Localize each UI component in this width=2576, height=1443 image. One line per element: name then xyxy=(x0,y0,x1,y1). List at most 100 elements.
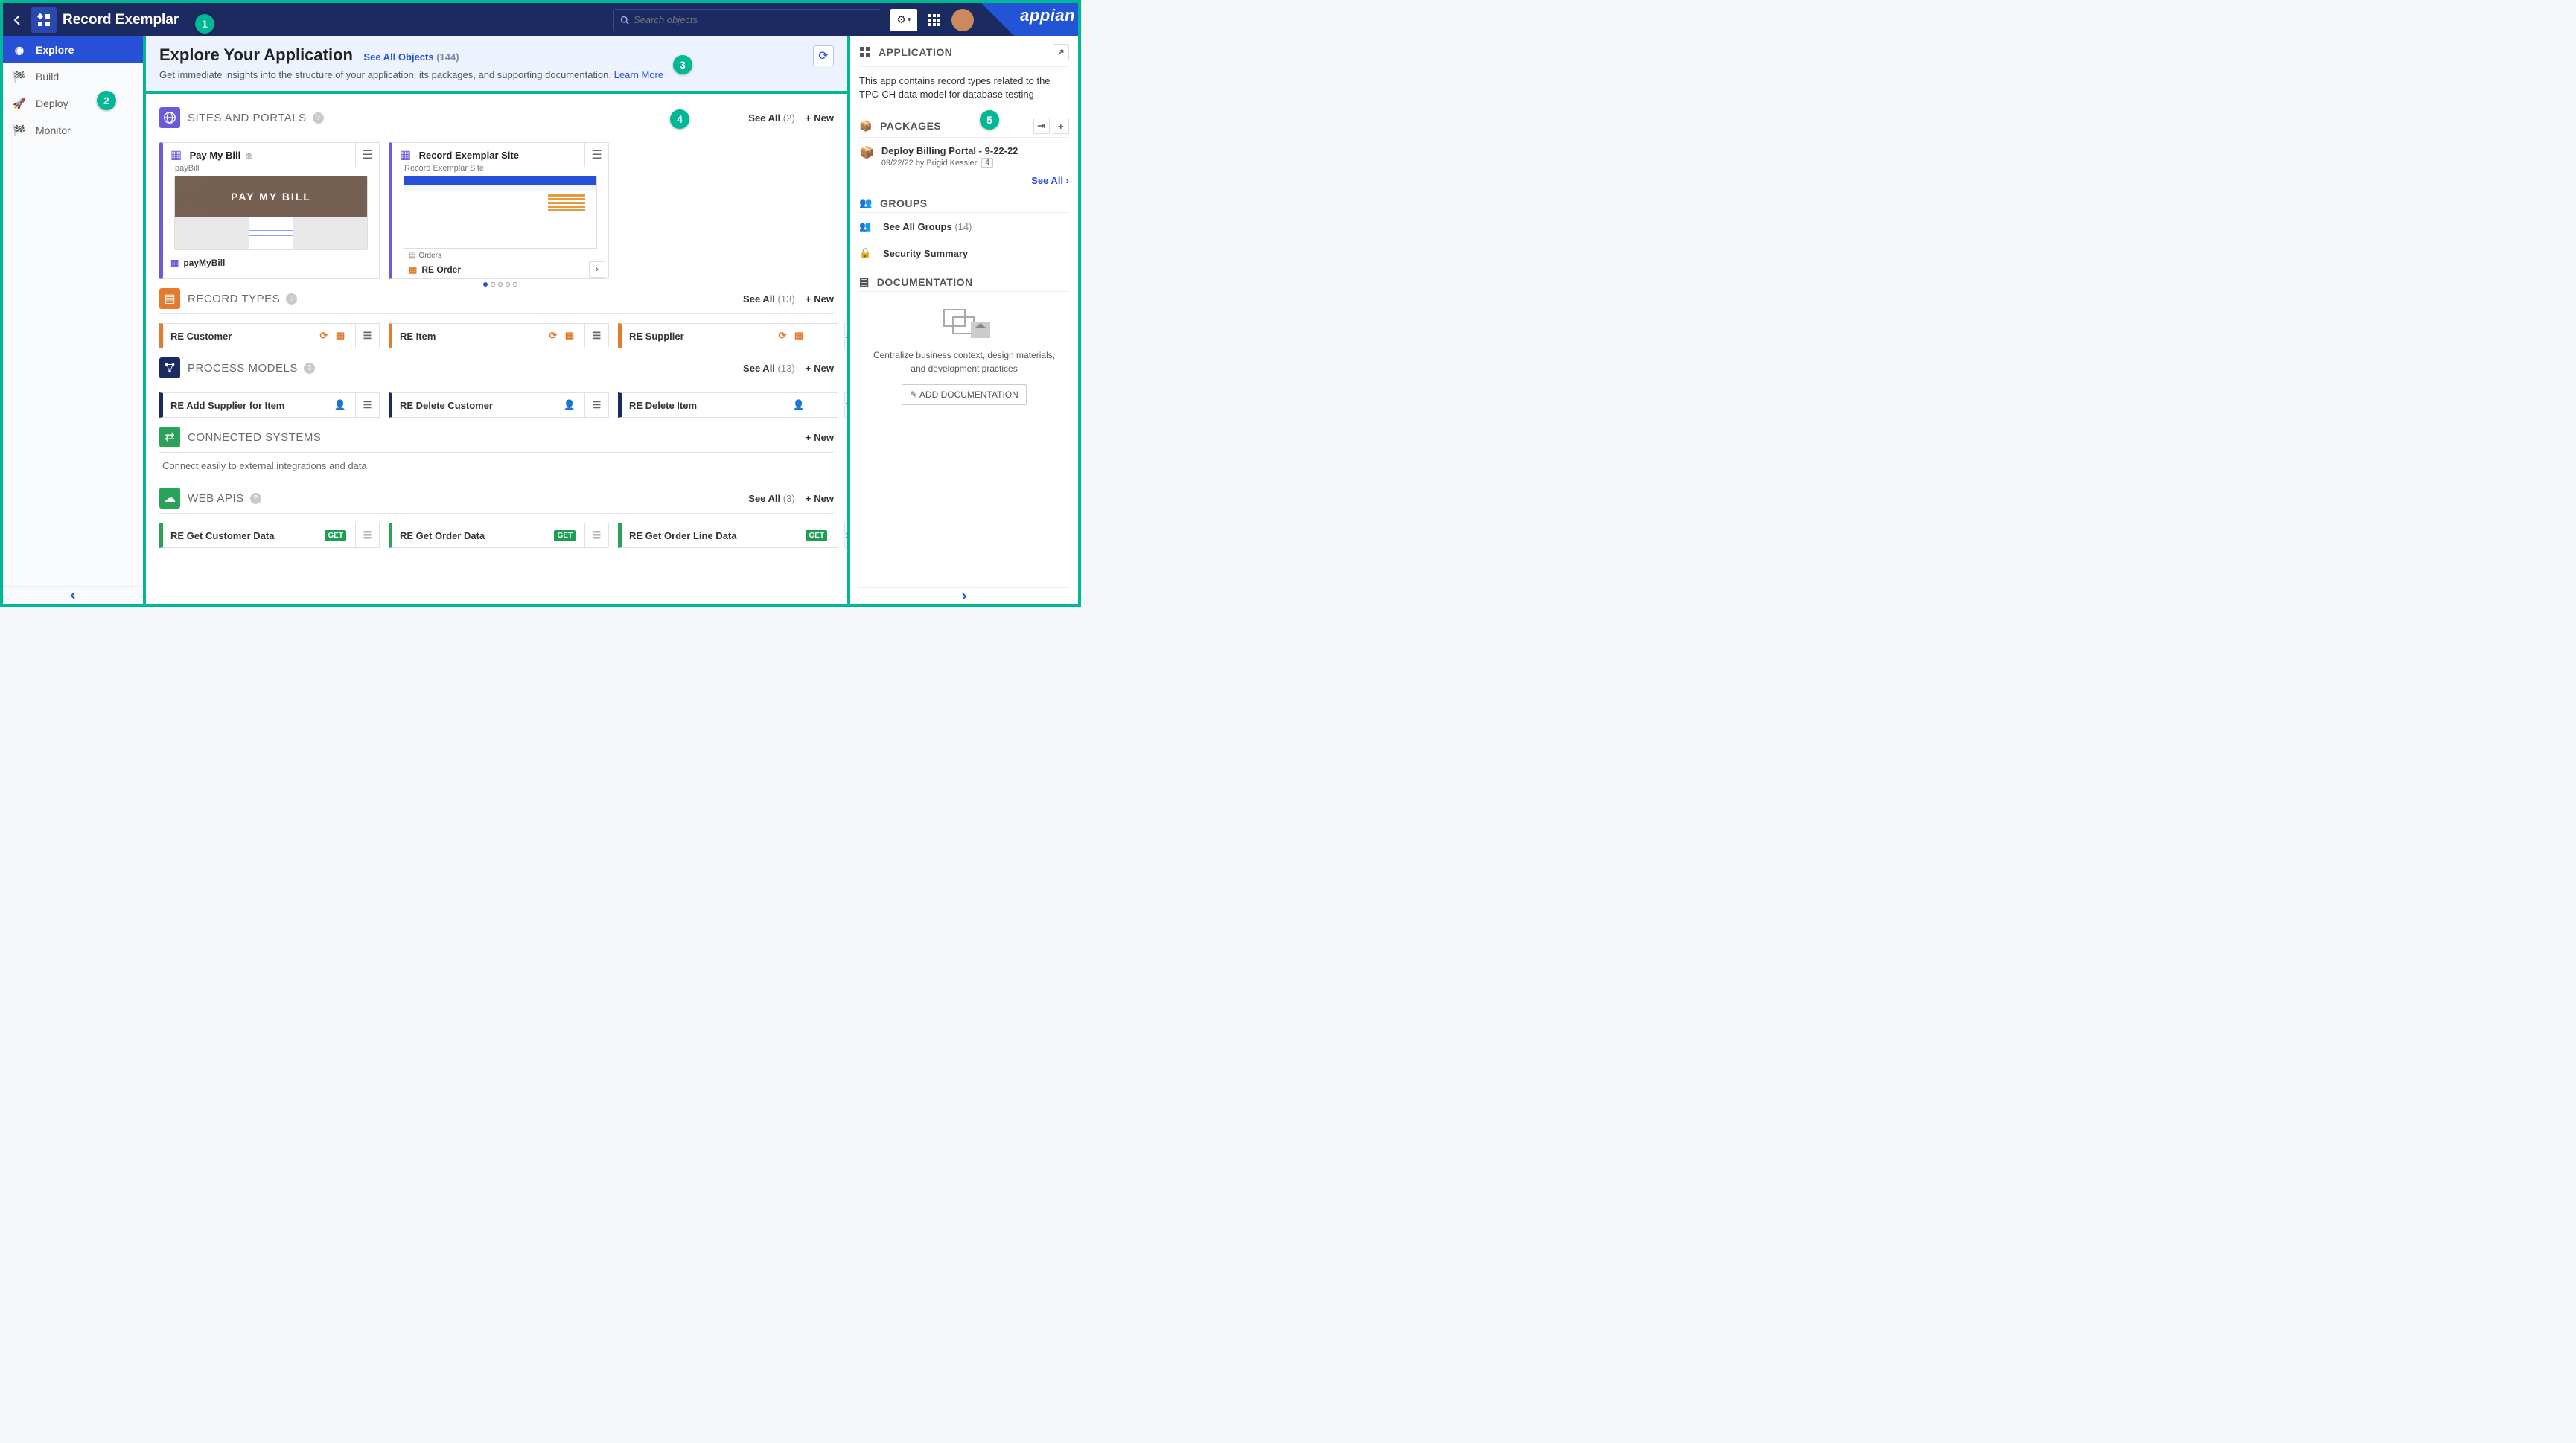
learn-more-link[interactable]: Learn More xyxy=(614,69,663,80)
right-panel: APPLICATION ↗ This app contains record t… xyxy=(847,36,1078,604)
see-all-sites[interactable]: See All (2) xyxy=(748,112,794,124)
see-all-packages-link[interactable]: See All › xyxy=(859,175,1069,194)
scroll-right-button[interactable]: › xyxy=(844,323,847,348)
gauge-icon: 🏁 xyxy=(13,71,25,83)
new-record-type-button[interactable]: +New xyxy=(806,293,834,305)
globe-icon xyxy=(159,107,180,128)
card-menu-icon[interactable]: ☰ xyxy=(355,324,379,348)
new-site-button[interactable]: +New xyxy=(806,112,834,124)
see-all-objects-link[interactable]: See All Objects (144) xyxy=(363,51,459,63)
new-web-api-button[interactable]: +New xyxy=(806,493,834,504)
chevron-right-icon[interactable]: › xyxy=(589,261,605,278)
help-icon[interactable]: ? xyxy=(313,112,324,124)
card-menu-icon[interactable]: ☰ xyxy=(584,523,608,547)
record-type-item[interactable]: RE Supplier ⟳▦ xyxy=(618,323,838,348)
page-subtitle: Get immediate insights into the structur… xyxy=(159,69,663,80)
process-model-item[interactable]: RE Add Supplier for Item 👤 ☰ xyxy=(159,392,380,418)
main-content: Explore Your Application See All Objects… xyxy=(146,36,847,604)
rocket-icon: 🚀 xyxy=(13,98,25,110)
carousel-dots[interactable] xyxy=(392,279,608,290)
web-api-item[interactable]: RE Get Customer Data GET ☰ xyxy=(159,523,380,548)
search-input[interactable] xyxy=(634,14,875,25)
document-icon: ▤ xyxy=(859,275,870,288)
security-summary-link[interactable]: 🔒 Security Summary xyxy=(859,240,1069,267)
sync-icon: ⟳ xyxy=(547,330,559,342)
documentation-text: Centralize business context, design mate… xyxy=(859,348,1069,375)
card-subtitle: Record Exemplar Site xyxy=(404,164,581,173)
card-menu-icon[interactable]: ☰ xyxy=(355,523,379,547)
gear-icon: ⚙ xyxy=(896,13,906,26)
help-icon[interactable]: ? xyxy=(286,293,297,305)
sidebar-item-explore[interactable]: ◉ Explore xyxy=(3,36,143,63)
sidebar-item-label: Deploy xyxy=(36,98,68,109)
card-menu-icon[interactable]: ☰ xyxy=(584,324,608,348)
package-icon: 📦 xyxy=(859,120,873,133)
new-process-model-button[interactable]: +New xyxy=(806,363,834,374)
package-item[interactable]: 📦 Deploy Billing Portal - 9-22-22 09/22/… xyxy=(859,138,1069,175)
app-switcher[interactable] xyxy=(923,9,946,31)
card-menu-icon[interactable]: ☰ xyxy=(584,143,608,167)
callout-4: 4 xyxy=(670,109,689,129)
documentation-heading: ▤ DOCUMENTATION xyxy=(859,273,1069,292)
groups-icon: 👥 xyxy=(859,197,873,209)
section-title: WEB APIS xyxy=(188,492,244,505)
card-title: Pay My Bill xyxy=(190,150,241,161)
card-menu-icon[interactable]: ☰ xyxy=(355,393,379,417)
item-name: RE Get Customer Data xyxy=(170,530,274,541)
see-all-web-apis[interactable]: See All (3) xyxy=(748,493,794,504)
sidebar-item-build[interactable]: 🏁 Build xyxy=(3,63,143,90)
import-package-button[interactable]: ⇥ xyxy=(1033,118,1050,134)
users-icon: 👥 xyxy=(859,220,874,232)
record-type-icon: ▤ xyxy=(159,288,180,309)
topbar: Record Exemplar ⚙▾ appian xyxy=(3,3,1078,36)
card-menu-icon[interactable]: ☰ xyxy=(584,393,608,417)
card-menu-icon[interactable]: ☰ xyxy=(355,143,379,167)
scroll-right-button[interactable]: › xyxy=(844,392,847,418)
portal-icon: ▦ xyxy=(170,149,182,162)
site-preview xyxy=(404,176,597,249)
help-icon[interactable]: ? xyxy=(304,363,315,374)
see-all-record-types[interactable]: See All (13) xyxy=(743,293,795,305)
sidebar-item-deploy[interactable]: 🚀 Deploy xyxy=(3,90,143,117)
new-connected-system-button[interactable]: +New xyxy=(806,432,834,443)
add-documentation-button[interactable]: ✎ ADD DOCUMENTATION xyxy=(902,384,1027,405)
search-objects[interactable] xyxy=(613,9,881,31)
refresh-button[interactable]: ⟳ xyxy=(813,45,834,66)
app-icon[interactable] xyxy=(31,7,57,33)
site-page-row[interactable]: ▦ payMyBill xyxy=(163,253,379,273)
avatar[interactable] xyxy=(951,9,974,31)
help-icon[interactable]: ? xyxy=(250,493,261,504)
scroll-right-button[interactable]: › xyxy=(844,523,847,548)
web-api-item[interactable]: RE Get Order Line Data GET xyxy=(618,523,838,548)
section-web-apis: ☁ WEB APIS ? See All (3) +New RE Get Cus… xyxy=(159,483,834,548)
right-panel-collapse[interactable] xyxy=(859,587,1069,604)
settings-button[interactable]: ⚙▾ xyxy=(890,9,917,31)
record-type-item[interactable]: RE Item ⟳▦ ☰ xyxy=(389,323,609,348)
sidebar-item-monitor[interactable]: 🏁 Monitor xyxy=(3,117,143,144)
site-card-pay-my-bill[interactable]: ☰ ▦ Pay My Bill ◍ payBill PAY MY BILL xyxy=(159,142,380,279)
open-external-icon[interactable]: ↗ xyxy=(1053,44,1069,60)
item-name: RE Delete Customer xyxy=(400,400,493,411)
documentation-illustration xyxy=(859,292,1069,348)
web-api-item[interactable]: RE Get Order Data GET ☰ xyxy=(389,523,609,548)
section-title: PROCESS MODELS xyxy=(188,362,298,375)
sidebar-collapse[interactable] xyxy=(3,586,143,604)
process-model-item[interactable]: RE Delete Item 👤 xyxy=(618,392,838,418)
method-badge: GET xyxy=(806,530,827,541)
sidebar-item-label: Explore xyxy=(36,44,74,56)
site-tab-active[interactable]: ▦ RE Order › xyxy=(392,260,608,279)
site-tab-group: ▤ Orders xyxy=(392,252,608,260)
method-badge: GET xyxy=(325,530,346,541)
process-model-item[interactable]: RE Delete Customer 👤 ☰ xyxy=(389,392,609,418)
add-package-button[interactable]: + xyxy=(1053,118,1069,134)
site-preview: PAY MY BILL xyxy=(174,176,368,250)
site-card-record-exemplar[interactable]: ☰ ▦ Record Exemplar Site Record Exemplar… xyxy=(389,142,609,279)
item-name: RE Get Order Data xyxy=(400,530,485,541)
record-type-item[interactable]: RE Customer ⟳▦ ☰ xyxy=(159,323,380,348)
callout-5: 5 xyxy=(980,110,999,130)
see-all-process-models[interactable]: See All (13) xyxy=(743,363,795,374)
connected-system-icon: ⇄ xyxy=(159,427,180,447)
back-button[interactable] xyxy=(3,3,31,36)
see-all-groups-link[interactable]: 👥 See All Groups (14) xyxy=(859,213,1069,240)
app-squares-icon xyxy=(859,46,871,58)
